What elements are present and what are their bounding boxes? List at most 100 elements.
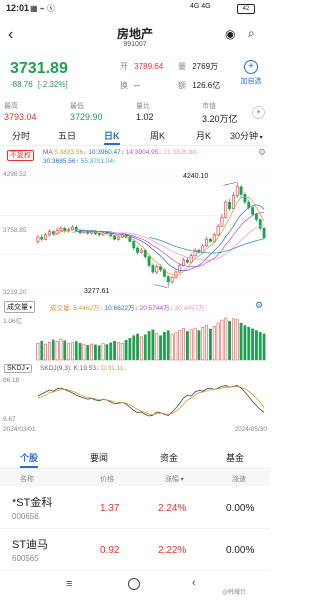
volume-bar	[247, 326, 251, 361]
volume-bar	[36, 342, 40, 361]
volume-bar	[51, 339, 55, 361]
date-end: 2024/05/30	[234, 426, 267, 433]
volume-bar	[86, 345, 90, 361]
back-nav-icon[interactable]: ‹	[192, 577, 196, 589]
candle-body	[231, 195, 235, 209]
low-pointer	[154, 284, 168, 288]
stock-code: 991007	[123, 41, 147, 48]
stat-value: 1.02	[136, 112, 154, 122]
candle-body	[97, 233, 101, 236]
volume-bar	[67, 343, 70, 361]
candle-body	[166, 276, 170, 283]
candle-body	[262, 228, 266, 239]
vol10: 10:6622万↓	[104, 305, 138, 312]
ma21: 21:3826.88↓	[163, 149, 200, 156]
candle-body	[201, 245, 205, 253]
col-change[interactable]: 涨幅 ▾	[165, 474, 184, 484]
chevron-down-circle-icon[interactable]: ▾	[252, 106, 265, 119]
volume-bar	[78, 342, 82, 361]
volume-bar	[186, 331, 189, 361]
col-change-label: 涨幅	[165, 476, 179, 483]
tab-stocks[interactable]: 个股	[20, 451, 39, 468]
volume-bar	[55, 341, 59, 361]
volume-bar	[255, 330, 258, 361]
amount-value: 126.6亿	[192, 81, 221, 90]
col-price[interactable]: 价格	[100, 474, 114, 484]
candlestick-svg	[0, 175, 270, 295]
tab-fund[interactable]: 基金	[226, 451, 244, 464]
search-icon[interactable]: ⌕	[248, 26, 255, 41]
plus-circle-icon: +	[244, 60, 258, 74]
list-item[interactable]: *ST金科 000656 1.37 2.24% 0.00%	[0, 488, 270, 529]
stock-speed: 0.00%	[226, 503, 255, 514]
stat-value: 3.20万亿	[202, 114, 238, 124]
candle-body	[170, 277, 174, 283]
candle-body	[155, 266, 159, 273]
volume-indicator-button[interactable]: 成交量 ▾	[4, 301, 35, 313]
skdj-svg	[37, 385, 265, 417]
ma55: 55:3701.04↑	[80, 158, 117, 165]
stat-label: 市值	[202, 103, 216, 110]
date-start: 2024/03/01	[3, 426, 36, 433]
home-icon[interactable]	[128, 578, 140, 590]
settings-gear-icon[interactable]: ⚙	[258, 148, 266, 157]
col-speed[interactable]: 涨速	[232, 474, 246, 484]
tab-funds-flow[interactable]: 资金	[160, 451, 178, 464]
volume-bar	[113, 340, 116, 361]
menu-icon[interactable]: ≡	[66, 578, 72, 590]
candle-body	[185, 259, 189, 263]
vol5: 成交量: 5:4462万↓	[50, 305, 103, 312]
tab-news[interactable]: 要闻	[90, 451, 108, 464]
volume-bar	[71, 342, 74, 361]
volume-bar	[235, 319, 239, 361]
volume-label: 量	[178, 62, 186, 71]
candle-body	[235, 186, 239, 196]
stock-speed: 0.00%	[226, 545, 255, 556]
ma-line-10	[72, 204, 265, 272]
tab-30min-label: 30分钟	[230, 131, 259, 141]
vol30: 30:4497万↑	[174, 305, 208, 312]
skdj-d-line	[37, 385, 265, 416]
chevron-down-icon: ▾	[258, 135, 263, 141]
tab-30min[interactable]: 30分钟 ▾	[230, 129, 263, 143]
add-watchlist-button[interactable]: + 加自选	[236, 60, 266, 86]
settings-gear-icon[interactable]: ⚙	[255, 300, 263, 311]
volume-bar	[243, 325, 247, 361]
volume-bar	[97, 345, 101, 361]
system-nav-bar: ≡ ‹ @韩耀玲	[0, 572, 270, 600]
volume-bar	[48, 342, 51, 361]
status-bar: 12:01 ▦ ⌁ ⓢ 4G 4G 42	[0, 0, 270, 18]
volume-bar	[143, 334, 147, 361]
volume-bar	[201, 326, 205, 361]
tab-minute[interactable]: 分时	[12, 129, 30, 143]
volume-bar	[182, 328, 185, 361]
turnover-label: 换	[120, 81, 128, 90]
tab-monthly-k[interactable]: 月K	[196, 129, 211, 143]
notification-icon: ▦ ⌁ ⓢ	[30, 4, 55, 13]
volume-bar	[216, 322, 220, 361]
ma30: 30:3685.56↑	[43, 158, 79, 165]
candle-body	[212, 234, 216, 242]
adjust-button[interactable]: 不复权	[7, 150, 34, 161]
volume-bar	[220, 319, 224, 361]
volume-bar	[40, 340, 44, 361]
add-watchlist-label: 加自选	[240, 78, 262, 85]
tab-five-day[interactable]: 五日	[58, 129, 76, 143]
ma5: 5:3833.56↓	[54, 149, 87, 156]
candle-body	[136, 247, 140, 253]
chat-icon[interactable]: ◉	[225, 27, 235, 41]
candle-body	[178, 265, 182, 273]
tab-weekly-k[interactable]: 周K	[150, 129, 165, 143]
volume-bar	[212, 326, 216, 361]
battery-icon: 42	[237, 4, 255, 14]
candlestick-chart[interactable]: 4298.52 3758.85 3219.20 4240.10 3277.61	[0, 170, 270, 300]
open-label: 开	[120, 62, 128, 71]
tab-daily-k[interactable]: 日K	[104, 129, 120, 145]
volume-bar	[155, 332, 159, 361]
volume-chart: 1.06亿	[0, 314, 270, 362]
list-item[interactable]: ST迪马 600565 0.92 2.22% 0.00%	[0, 530, 270, 571]
date-axis: 2024/03/01 2024/05/30	[0, 424, 270, 436]
candle-body	[224, 201, 228, 218]
stock-name: *ST金科	[12, 497, 53, 509]
skdj-indicator-button[interactable]: SKDJ ▾	[4, 364, 32, 373]
